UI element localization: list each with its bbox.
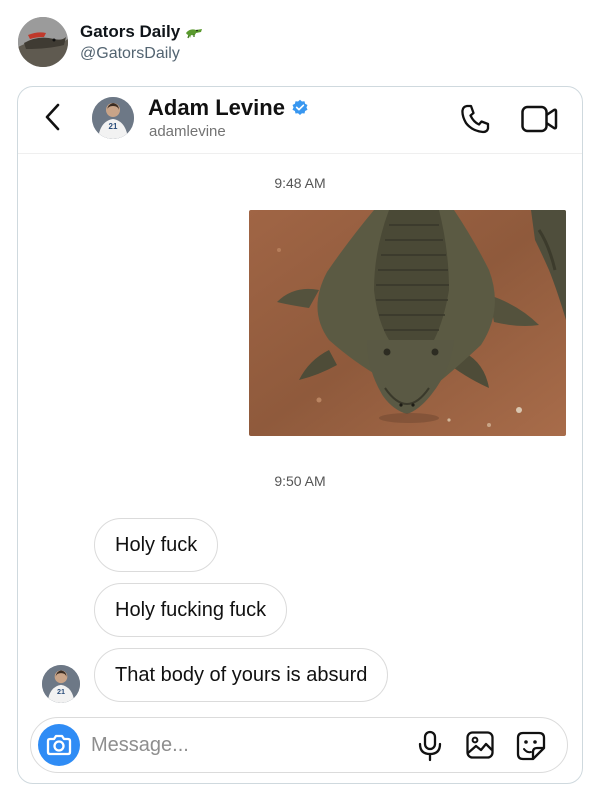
message-bubble[interactable]: That body of yours is absurd: [94, 648, 389, 702]
message-timestamp: 9:48 AM: [274, 175, 326, 191]
alligator-emoji-icon: [185, 25, 203, 39]
microphone-button[interactable]: [417, 730, 443, 762]
contact-avatar[interactable]: 21: [92, 97, 134, 139]
post-header: Gators Daily @GatorsDaily: [18, 14, 203, 70]
voice-call-button[interactable]: [458, 102, 492, 136]
phone-icon: [461, 104, 490, 134]
message-composer: [30, 717, 568, 773]
poster-avatar[interactable]: [18, 17, 68, 67]
sender-avatar[interactable]: 21: [42, 665, 80, 703]
jersey-number: 21: [57, 687, 65, 696]
camera-button[interactable]: [38, 724, 80, 766]
contact-name-row: Adam Levine: [148, 95, 309, 121]
message-input[interactable]: [91, 727, 391, 763]
verified-badge-icon: [291, 99, 309, 117]
message-bubble[interactable]: Holy fuck: [94, 518, 219, 572]
chevron-left-icon: [45, 103, 60, 131]
camera-icon: [46, 734, 72, 756]
contact-avatar-image: 21: [92, 97, 134, 139]
gator-avatar-image: [18, 17, 68, 67]
back-button[interactable]: [40, 101, 68, 133]
video-call-button[interactable]: [520, 102, 560, 136]
contact-name[interactable]: Adam Levine: [148, 95, 285, 121]
poster-name-row: Gators Daily: [80, 22, 203, 42]
sticker-icon: [516, 731, 546, 761]
sender-avatar-image: 21: [42, 665, 80, 703]
video-camera-icon: [521, 105, 558, 133]
gallery-button[interactable]: [465, 730, 495, 760]
dm-screenshot: 21 Adam Levine adamlevine 9:48 AM 9:50 A…: [17, 86, 583, 784]
crocodile-photo-message[interactable]: [249, 210, 566, 436]
message-timestamp: 9:50 AM: [274, 473, 326, 489]
poster-handle[interactable]: @GatorsDaily: [80, 45, 203, 63]
crocodile-photo: [249, 210, 566, 436]
contact-username[interactable]: adamlevine: [149, 123, 226, 140]
sticker-button[interactable]: [515, 730, 547, 762]
poster-name[interactable]: Gators Daily: [80, 22, 180, 42]
dm-header: 21 Adam Levine adamlevine: [18, 87, 582, 154]
image-icon: [466, 731, 494, 759]
message-bubble[interactable]: Holy fucking fuck: [94, 583, 288, 637]
microphone-icon: [418, 730, 442, 762]
jersey-number: 21: [109, 122, 118, 131]
